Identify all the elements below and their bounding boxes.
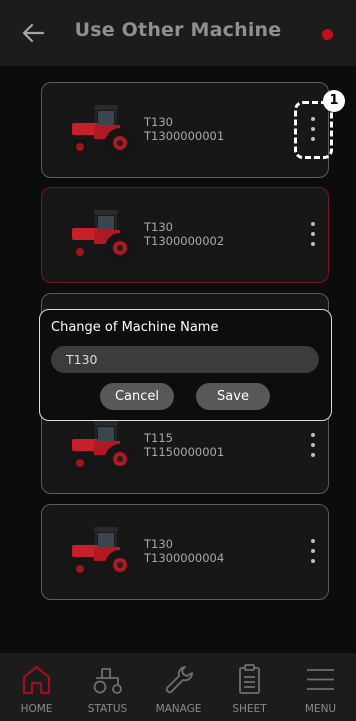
nav-menu[interactable]: MENU <box>285 653 356 721</box>
callout-badge: 1 <box>323 90 345 112</box>
machine-card[interactable]: T130 T1300000001 <box>41 82 329 178</box>
machine-model: T130 <box>144 220 173 234</box>
nav-home[interactable]: HOME <box>1 653 72 721</box>
machine-serial: T1300000004 <box>144 551 225 565</box>
tractor-image <box>64 525 142 583</box>
machine-card[interactable]: T130 T1300000004 <box>41 504 329 600</box>
nav-label: HOME <box>20 703 53 715</box>
dialog-title: Change of Machine Name <box>51 320 219 335</box>
machine-serial: T1300000001 <box>144 129 225 143</box>
machine-model: T115 <box>144 431 173 445</box>
home-icon <box>22 665 51 695</box>
app-header: Use Other Machine <box>0 0 356 66</box>
tractor-image <box>64 208 142 266</box>
save-button[interactable]: Save <box>196 383 270 410</box>
nav-label: SHEET <box>232 703 267 715</box>
rename-dialog: Change of Machine Name Cancel Save <box>39 309 332 421</box>
tractor-icon <box>93 668 122 694</box>
machine-name-input[interactable] <box>51 346 319 373</box>
hamburger-icon <box>307 669 334 690</box>
machine-model: T130 <box>144 537 173 551</box>
status-dot-icon <box>322 29 333 40</box>
nav-sheet[interactable]: SHEET <box>214 653 285 721</box>
tractor-image <box>64 103 142 161</box>
tractor-image <box>64 419 142 477</box>
clipboard-icon <box>239 664 260 694</box>
wrench-icon <box>165 666 193 694</box>
nav-label: MANAGE <box>155 703 202 715</box>
more-options-icon[interactable] <box>310 222 316 250</box>
more-options-icon[interactable] <box>310 433 316 461</box>
machine-serial: T1150000001 <box>144 445 225 459</box>
bottom-nav: HOME STATUS MANAGE SHEET MENU <box>0 653 356 721</box>
nav-status[interactable]: STATUS <box>72 653 143 721</box>
nav-manage[interactable]: MANAGE <box>143 653 214 721</box>
nav-label: STATUS <box>87 703 128 715</box>
machine-serial: T1300000002 <box>144 234 225 248</box>
nav-label: MENU <box>304 703 337 715</box>
page-title: Use Other Machine <box>74 19 282 41</box>
machine-card[interactable]: T130 T1300000002 <box>41 187 329 283</box>
cancel-button[interactable]: Cancel <box>100 383 174 410</box>
more-options-icon[interactable] <box>310 539 316 567</box>
machine-model: T130 <box>144 115 173 129</box>
